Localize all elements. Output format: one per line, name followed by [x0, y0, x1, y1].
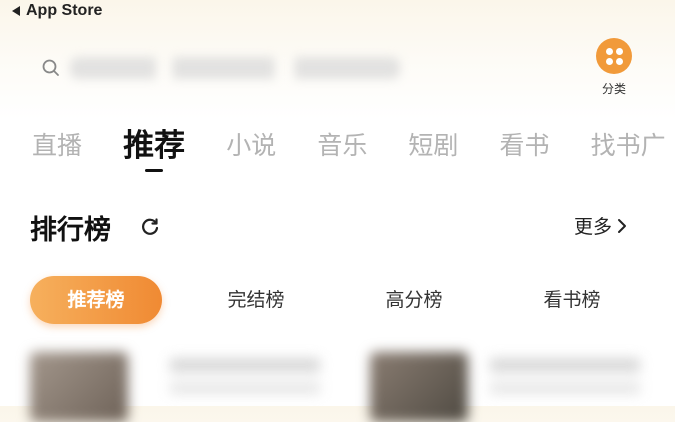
list-item[interactable]: [30, 346, 330, 422]
tab-recommend-label: 推荐: [123, 128, 186, 164]
ranking-tabs: 推荐榜 完结榜 高分榜 看书榜: [30, 276, 630, 324]
search-bar[interactable]: [40, 48, 460, 88]
rank-tab-top-rated[interactable]: 高分榜: [356, 276, 472, 324]
chevron-right-icon: [618, 218, 627, 233]
ranking-book-list: [0, 346, 675, 422]
search-icon: [42, 59, 59, 76]
ranking-more-link[interactable]: 更多: [574, 212, 628, 239]
tab-short-drama[interactable]: 短剧: [408, 124, 458, 168]
ranking-title: 排行榜: [30, 215, 111, 246]
category-label: 分类: [601, 82, 626, 96]
list-item[interactable]: [370, 346, 670, 422]
book-info: [490, 358, 640, 398]
refresh-icon[interactable]: [138, 215, 162, 239]
category-button[interactable]: 分类: [592, 38, 636, 100]
rank-tab-recommend[interactable]: 推荐榜: [30, 276, 162, 324]
channel-tabs: 直播 推荐 小说 音乐 短剧 看书 找书广: [32, 124, 675, 174]
rank-tab-completed[interactable]: 完结榜: [198, 276, 314, 324]
search-input[interactable]: [70, 57, 400, 79]
status-bar: App Store: [12, 0, 102, 22]
tab-read-books[interactable]: 看书: [500, 124, 550, 168]
book-info: [170, 358, 320, 398]
back-triangle-icon[interactable]: [12, 6, 20, 16]
tab-live[interactable]: 直播: [32, 124, 82, 168]
rank-tab-reading[interactable]: 看书榜: [514, 276, 630, 324]
book-cover-image: [30, 352, 128, 422]
tab-recommend[interactable]: 推荐: [123, 124, 186, 172]
tab-novels[interactable]: 小说: [226, 124, 276, 168]
more-label: 更多: [574, 216, 613, 238]
tab-music[interactable]: 音乐: [317, 124, 367, 168]
tab-find-books[interactable]: 找书广: [591, 124, 666, 168]
four-dots-icon: [596, 38, 632, 74]
book-cover-image: [370, 352, 468, 422]
back-to-app-store-link[interactable]: App Store: [26, 2, 102, 20]
active-tab-indicator: [145, 169, 164, 172]
